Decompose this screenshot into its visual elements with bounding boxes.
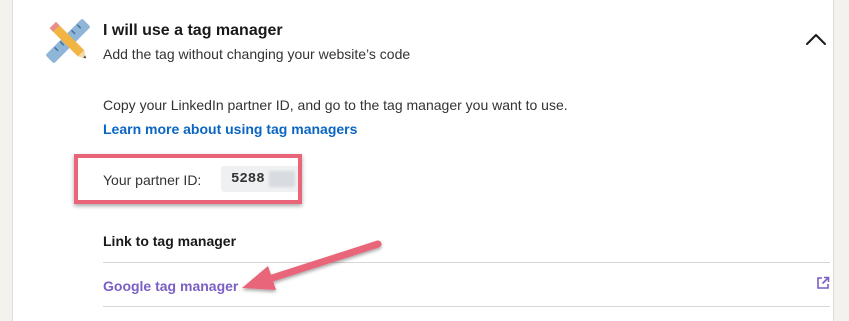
learn-more-link[interactable]: Learn more about using tag managers bbox=[103, 121, 357, 137]
pointer-arrow-annotation bbox=[242, 240, 382, 290]
panel-title: I will use a tag manager bbox=[103, 22, 283, 39]
external-link-icon[interactable] bbox=[816, 276, 830, 290]
divider bbox=[103, 306, 830, 307]
divider bbox=[103, 262, 830, 263]
collapse-button[interactable] bbox=[801, 26, 831, 52]
panel-subtitle: Add the tag without changing your websit… bbox=[103, 46, 411, 62]
partner-id-highlight bbox=[74, 154, 302, 204]
intro-text: Copy your LinkedIn partner ID, and go to… bbox=[103, 97, 568, 113]
google-tag-manager-link[interactable]: Google tag manager bbox=[103, 278, 238, 294]
link-section-heading: Link to tag manager bbox=[103, 233, 237, 249]
chevron-up-icon bbox=[806, 34, 826, 45]
pencil-ruler-icon bbox=[46, 19, 90, 63]
